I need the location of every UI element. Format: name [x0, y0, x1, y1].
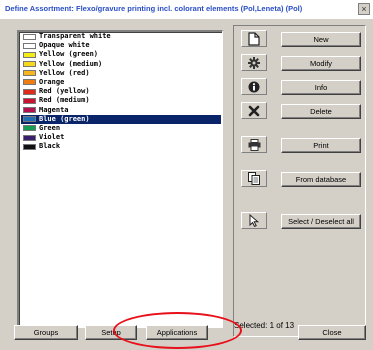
delete-button[interactable]: Delete [281, 104, 361, 119]
from-database-button[interactable]: From database [281, 172, 361, 187]
window-title: Define Assortment: Flexo/gravure printin… [0, 0, 373, 18]
list-item-label: Yellow (red) [39, 68, 90, 77]
copy-documents-icon [248, 172, 260, 185]
color-swatch [23, 51, 36, 58]
list-item[interactable]: Violet [21, 133, 221, 142]
colorant-listbox[interactable]: Transparent white Opaque white Yellow (gre… [17, 30, 223, 328]
list-item-label: Violet [39, 133, 65, 142]
color-swatch [23, 70, 36, 77]
new-icon-button[interactable] [241, 30, 267, 47]
color-swatch [23, 97, 36, 104]
info-button[interactable]: Info [281, 80, 361, 95]
select-deselect-icon-button[interactable] [241, 212, 267, 229]
from-database-icon-button[interactable] [241, 170, 267, 187]
list-item[interactable]: Transparent white [21, 32, 221, 41]
list-item[interactable]: Red (medium) [21, 96, 221, 105]
printer-icon [248, 138, 260, 151]
window-close-button[interactable]: × [358, 3, 370, 15]
list-item[interactable]: Orange [21, 78, 221, 87]
list-item[interactable]: Yellow (green) [21, 50, 221, 59]
list-item-label: Opaque white [39, 41, 90, 50]
selection-count: Selected: 1 of 13 [234, 321, 295, 330]
color-swatch [23, 134, 36, 141]
new-document-icon [248, 31, 260, 46]
modify-icon-button[interactable] [241, 54, 267, 71]
modify-button[interactable]: Modify [281, 56, 361, 71]
list-item-label: Orange [39, 77, 65, 86]
delete-icon-button[interactable] [241, 102, 267, 119]
print-button[interactable]: Print [281, 138, 361, 153]
dialog-body: Transparent white Opaque white Yellow (gre… [0, 18, 373, 350]
print-icon-button[interactable] [241, 136, 267, 153]
list-item[interactable]: Yellow (medium) [21, 60, 221, 69]
color-swatch [23, 143, 36, 150]
list-item[interactable]: Black [21, 142, 221, 151]
applications-button[interactable]: Applications [146, 325, 208, 340]
list-item[interactable]: Red (yellow) [21, 87, 221, 96]
new-button[interactable]: New [281, 32, 361, 47]
color-swatch [23, 33, 36, 40]
color-swatch [23, 79, 36, 86]
select-deselect-all-button[interactable]: Select / Deselect all [281, 214, 361, 229]
list-item-label: Black [39, 142, 61, 151]
color-swatch [23, 61, 36, 68]
info-icon-button[interactable] [241, 78, 267, 95]
list-item-label: Green [39, 123, 61, 132]
color-swatch [23, 42, 36, 49]
list-item-label: Blue (green) [39, 114, 90, 123]
list-item-label: Yellow (green) [39, 50, 99, 59]
color-swatch [23, 88, 36, 95]
close-button[interactable]: Close [298, 325, 366, 340]
list-item-label: Red (yellow) [39, 87, 90, 96]
info-icon [248, 81, 260, 92]
actions-panel: New Modify Info Delete Print From databa… [233, 25, 366, 337]
groups-button[interactable]: Groups [14, 325, 78, 340]
list-item[interactable]: Yellow (red) [21, 69, 221, 78]
color-swatch [23, 107, 36, 113]
list-item-label: Red (medium) [39, 96, 90, 105]
cursor-arrow-icon [249, 214, 259, 227]
color-swatch [23, 116, 36, 123]
list-item[interactable]: Blue (green) [21, 114, 221, 124]
gear-icon [248, 56, 260, 69]
assortment-dialog: Define Assortment: Flexo/gravure printin… [0, 0, 373, 350]
list-item[interactable]: Magenta [21, 106, 221, 115]
setup-button[interactable]: Setup [85, 325, 137, 340]
list-item-label: Transparent white [39, 32, 111, 40]
list-item[interactable]: Green [21, 124, 221, 133]
delete-x-icon [248, 105, 260, 116]
list-item[interactable]: Opaque white [21, 41, 221, 50]
list-item-label: Yellow (medium) [39, 59, 103, 68]
color-swatch [23, 125, 36, 132]
list-item-label: Magenta [39, 105, 69, 114]
